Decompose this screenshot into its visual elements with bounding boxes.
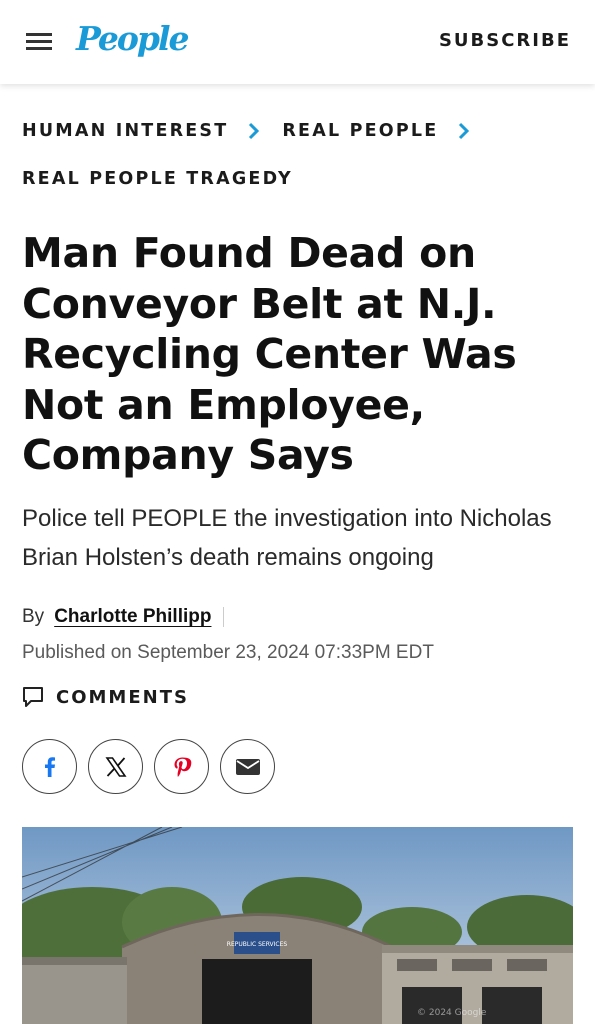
x-icon — [104, 756, 127, 777]
comments-button[interactable]: COMMENTS — [22, 686, 189, 708]
article-headline: Man Found Dead on Conveyor Belt at N.J. … — [22, 229, 517, 479]
breadcrumb-subcategory[interactable]: REAL PEOPLE TRAGEDY — [22, 169, 293, 189]
publish-date: Published on September 23, 2024 07:33PM … — [22, 642, 434, 663]
facebook-share-button[interactable] — [22, 739, 77, 794]
comments-label: COMMENTS — [56, 686, 189, 708]
email-share-button[interactable] — [220, 739, 275, 794]
chevron-right-icon — [459, 122, 470, 140]
sign-text: REPUBLIC SERVICES — [227, 941, 288, 948]
byline-divider — [223, 607, 225, 627]
article-dek: Police tell PEOPLE the investigation int… — [22, 505, 552, 571]
breadcrumb-human-interest[interactable]: HUMAN INTEREST — [22, 121, 228, 141]
pinterest-share-button[interactable] — [154, 739, 209, 794]
recycling-center-photo: REPUBLIC SERVICES © 2024 Google — [22, 827, 573, 1024]
by-label: By — [22, 606, 45, 627]
x-share-button[interactable] — [88, 739, 143, 794]
photo-watermark: © 2024 Google — [417, 1008, 487, 1018]
site-header: People SUBSCRIBE — [0, 0, 595, 84]
article-hero-image[interactable]: REPUBLIC SERVICES © 2024 Google — [22, 827, 573, 1024]
byline: By Charlotte Phillipp — [22, 606, 225, 628]
hamburger-menu-icon[interactable] — [26, 33, 52, 51]
author-link[interactable]: Charlotte Phillipp — [54, 606, 211, 628]
comment-icon — [23, 687, 43, 707]
breadcrumb: HUMAN INTEREST REAL PEOPLE — [22, 121, 492, 141]
facebook-icon — [44, 756, 55, 777]
chevron-right-icon — [249, 122, 260, 140]
pinterest-icon — [174, 757, 191, 777]
email-icon — [235, 758, 260, 775]
breadcrumb-real-people[interactable]: REAL PEOPLE — [282, 121, 438, 141]
people-logo[interactable]: People — [76, 19, 190, 58]
subscribe-link[interactable]: SUBSCRIBE — [439, 30, 571, 51]
share-buttons — [22, 739, 286, 794]
